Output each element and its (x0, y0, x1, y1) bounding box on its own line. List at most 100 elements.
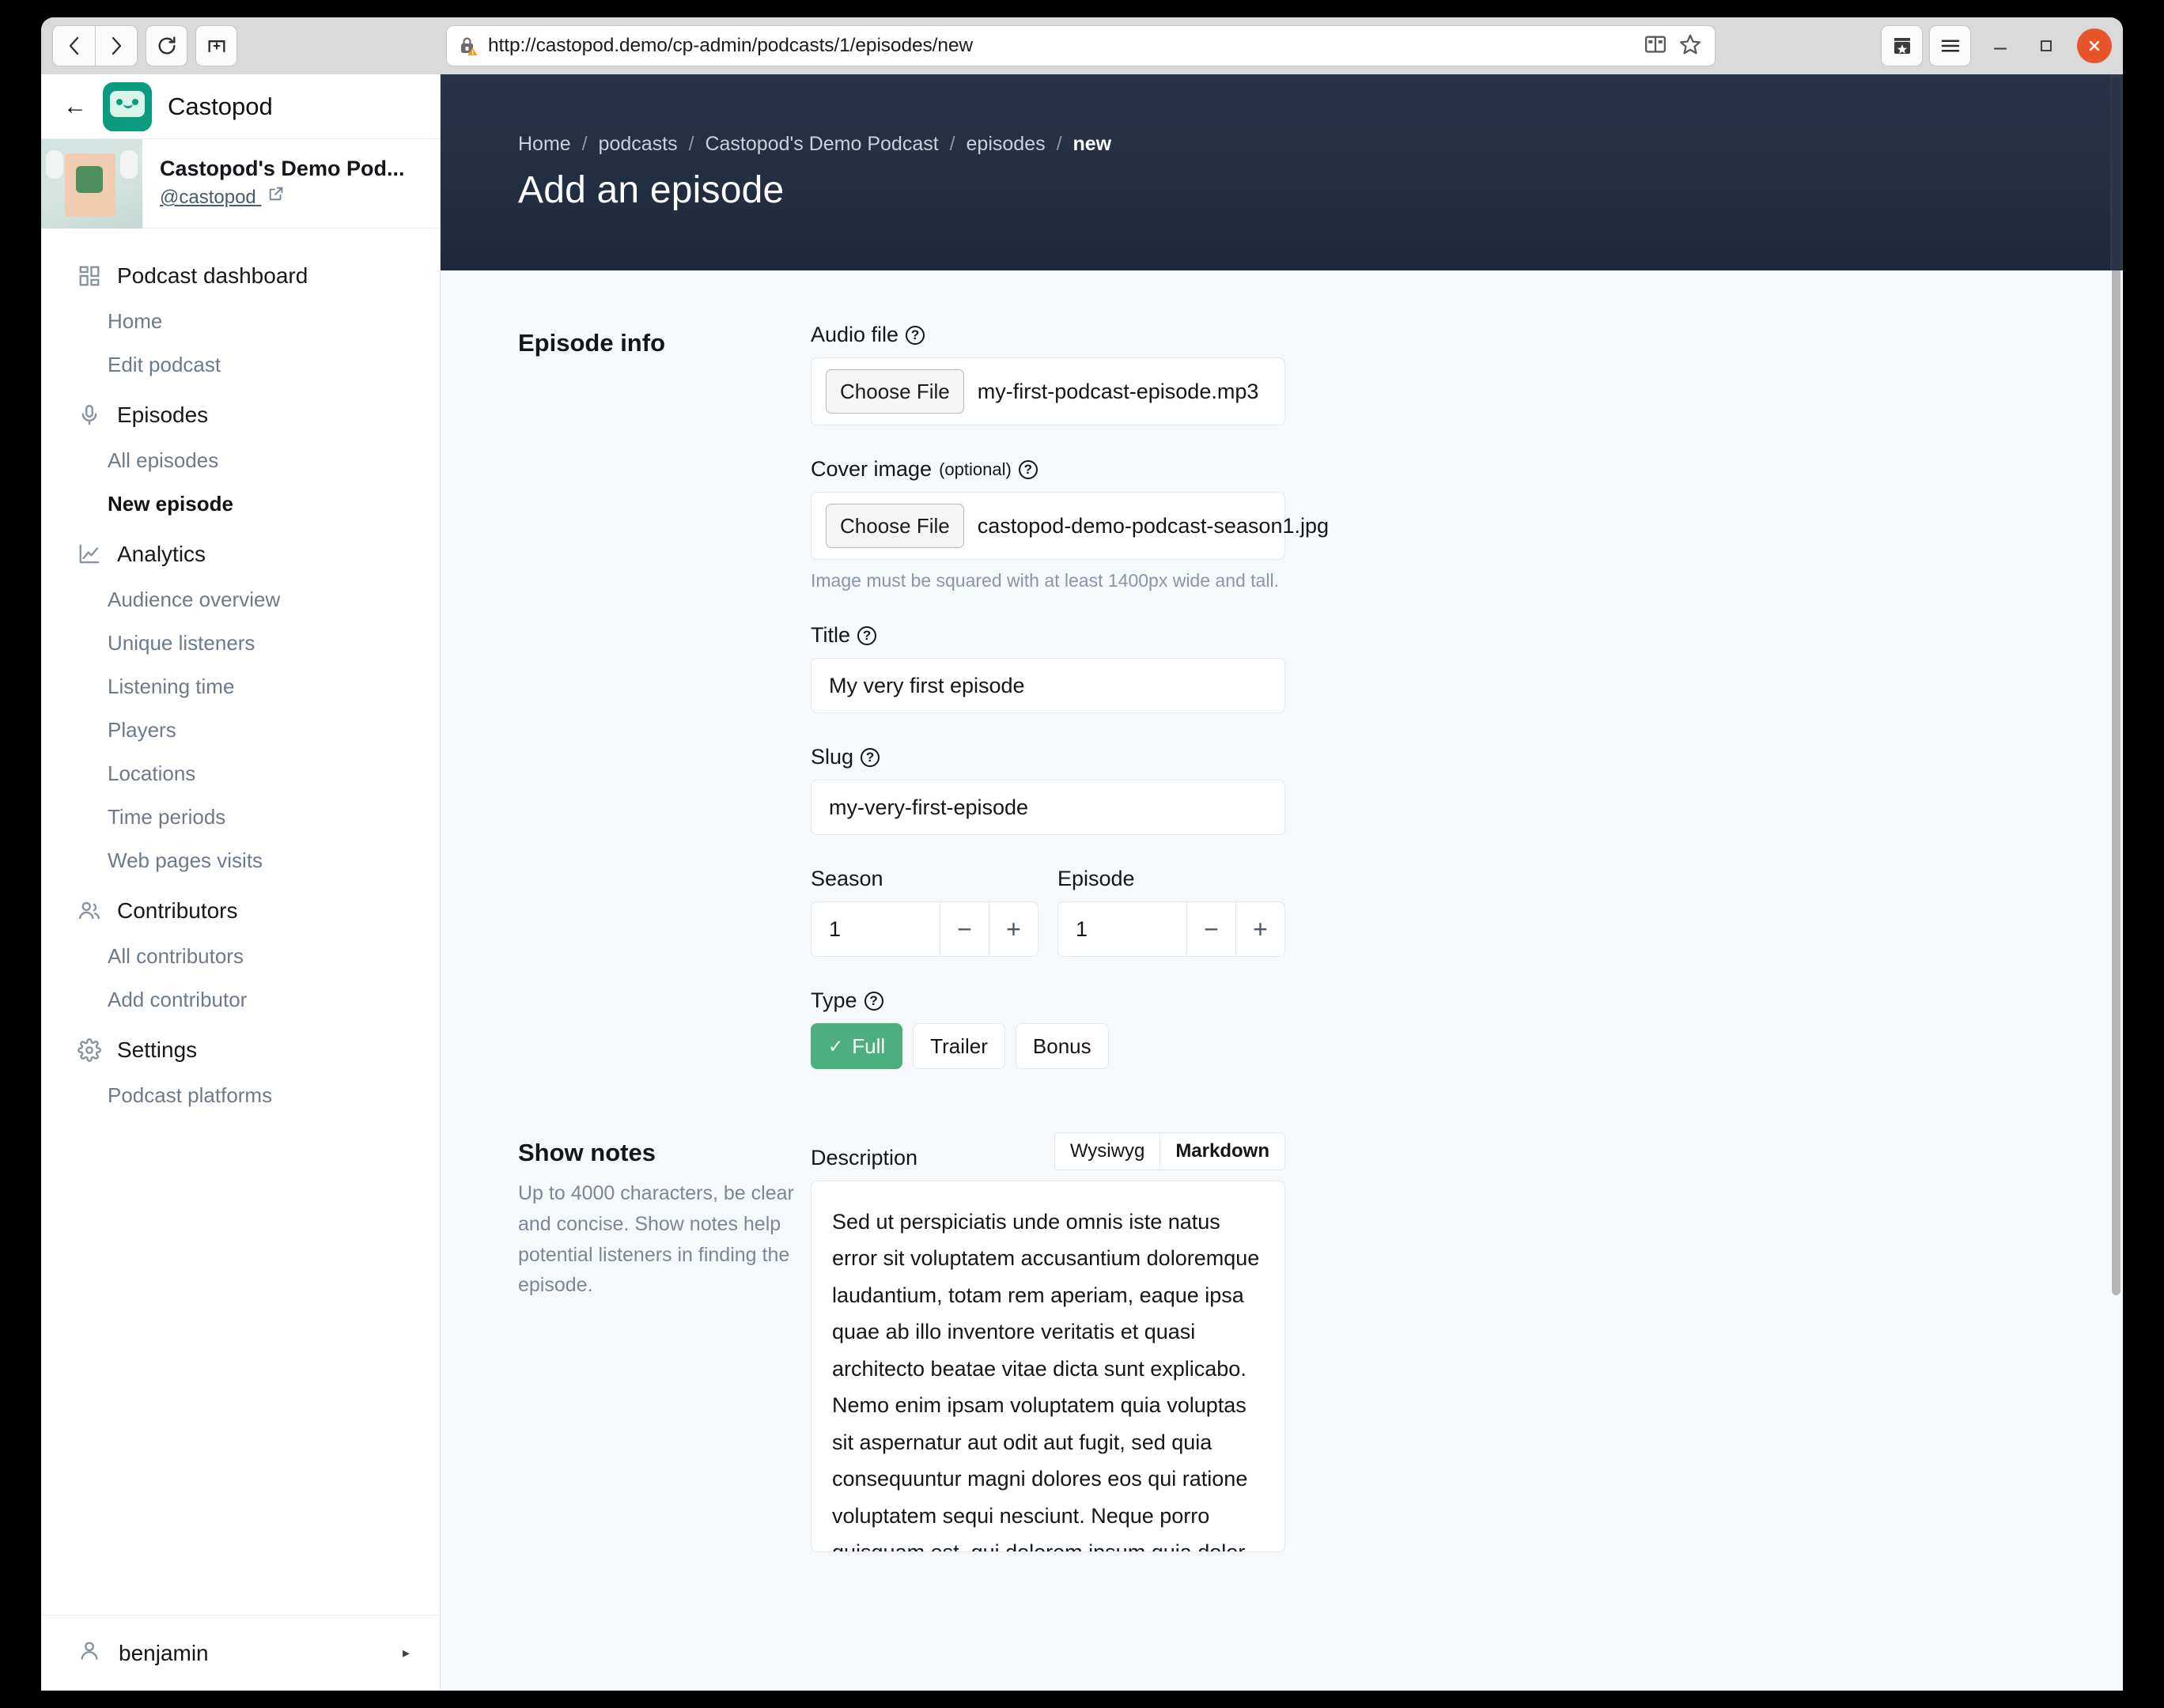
help-icon[interactable]: ? (864, 991, 883, 1011)
chevron-right-icon[interactable]: ▸ (403, 1645, 410, 1661)
breadcrumb-separator: / (581, 133, 588, 155)
new-tab-button[interactable] (195, 25, 237, 66)
dashboard-grid-icon (78, 264, 101, 288)
nav-section-settings: Settings Podcast platforms (41, 1026, 440, 1117)
sidebar-item-contributors[interactable]: Contributors (41, 887, 440, 935)
maximize-button[interactable] (2023, 25, 2069, 66)
sidebar-item-add-contributor[interactable]: Add contributor (41, 978, 440, 1022)
back-button[interactable] (53, 26, 95, 66)
tab-wysiwyg[interactable]: Wysiwyg (1054, 1132, 1161, 1170)
podcast-summary[interactable]: Castopod's Demo Pod... @castopod (41, 139, 440, 229)
insecure-lock-icon[interactable] (458, 36, 479, 56)
podcast-cover-thumbnail (41, 139, 142, 229)
editor-mode-tabs: Wysiwyg Markdown (1054, 1132, 1285, 1170)
type-option-label: Trailer (930, 1033, 988, 1058)
sidebar-item-all-contributors[interactable]: All contributors (41, 935, 440, 978)
season-decrement-button[interactable]: − (940, 902, 989, 956)
section-title-episode-info: Episode info (518, 329, 665, 357)
title-label: Title ? (811, 623, 1285, 648)
breadcrumb-item-podcast[interactable]: Castopod's Demo Podcast (705, 133, 938, 155)
sidebar-item-web-pages-visits[interactable]: Web pages visits (41, 839, 440, 882)
help-icon[interactable]: ? (1018, 459, 1038, 479)
minimize-button[interactable] (1977, 25, 2023, 66)
cover-image-input[interactable]: Choose File castopod-demo-podcast-season… (811, 492, 1329, 560)
description-label: Description (811, 1146, 918, 1170)
sidebar-item-episodes[interactable]: Episodes (41, 391, 440, 439)
season-value[interactable]: 1 (812, 902, 940, 956)
breadcrumb-separator: / (949, 133, 955, 155)
description-textarea[interactable]: Sed ut perspiciatis unde omnis iste natu… (811, 1181, 1285, 1552)
sidebar-item-locations[interactable]: Locations (41, 752, 440, 795)
forward-button[interactable] (95, 26, 137, 66)
episode-increment-button[interactable]: + (1235, 902, 1284, 956)
choose-file-button[interactable]: Choose File (826, 369, 964, 414)
sidebar-item-podcast-platforms[interactable]: Podcast platforms (41, 1074, 440, 1117)
sidebar: ← Castopod Castopod's Demo Pod... @casto… (41, 74, 441, 1691)
sidebar-item-podcast-dashboard[interactable]: Podcast dashboard (41, 252, 440, 300)
page-viewport: ← Castopod Castopod's Demo Pod... @casto… (41, 74, 2123, 1691)
type-label: Type ? (811, 988, 1285, 1013)
podcast-handle-link[interactable]: @castopod (160, 185, 285, 209)
browser-toolbar: http://castopod.demo/cp-admin/podcasts/1… (41, 17, 2123, 74)
breadcrumb-item-new: new (1073, 133, 1112, 155)
sidebar-item-home[interactable]: Home (41, 300, 440, 343)
episode-number-label: Episode (1057, 867, 1135, 890)
tab-markdown[interactable]: Markdown (1160, 1132, 1285, 1170)
episode-decrement-button[interactable]: − (1186, 902, 1235, 956)
nav-section-episodes: Episodes All episodes New episode (41, 391, 440, 526)
breadcrumb-item-home[interactable]: Home (518, 133, 571, 155)
close-button[interactable] (2077, 28, 2112, 63)
sidebar-item-listening-time[interactable]: Listening time (41, 665, 440, 709)
reader-view-icon[interactable] (1644, 32, 1667, 60)
section-title-show-notes: Show notes (518, 1139, 656, 1166)
show-notes-section: Show notes Up to 4000 characters, be cle… (518, 1132, 2123, 1552)
page-scrollbar[interactable] (2110, 74, 2123, 1691)
sidebar-user-menu[interactable]: benjamin ▸ (41, 1615, 440, 1691)
episode-number-stepper[interactable]: 1 − + (1057, 901, 1285, 957)
season-increment-button[interactable]: + (989, 902, 1038, 956)
audio-file-label: Audio file ? (811, 323, 1285, 347)
season-label: Season (811, 867, 883, 890)
sidebar-item-players[interactable]: Players (41, 709, 440, 752)
type-option-full[interactable]: ✓ Full (811, 1023, 903, 1069)
help-icon[interactable]: ? (861, 747, 880, 767)
type-option-label: Full (852, 1033, 886, 1058)
type-option-trailer[interactable]: Trailer (913, 1023, 1005, 1069)
episode-form: Episode info Audio file ? Choose File my… (441, 270, 2123, 1552)
show-notes-description-text: Up to 4000 characters, be clear and conc… (518, 1182, 794, 1297)
sidebar-item-edit-podcast[interactable]: Edit podcast (41, 343, 440, 387)
sidebar-back-icon[interactable]: ← (63, 94, 87, 119)
address-bar[interactable]: http://castopod.demo/cp-admin/podcasts/1… (446, 25, 1716, 66)
nav-section-analytics: Analytics Audience overview Unique liste… (41, 531, 440, 882)
sidebar-header: ← Castopod (41, 74, 440, 139)
help-icon[interactable]: ? (857, 625, 877, 645)
microphone-icon (78, 403, 101, 427)
hamburger-menu-icon[interactable] (1929, 25, 1971, 66)
slug-label: Slug ? (811, 745, 1285, 769)
breadcrumb-item-episodes[interactable]: episodes (967, 133, 1046, 155)
sidebar-item-unique-listeners[interactable]: Unique listeners (41, 622, 440, 665)
sidebar-item-all-episodes[interactable]: All episodes (41, 439, 440, 482)
season-stepper[interactable]: 1 − + (811, 901, 1038, 957)
reload-button[interactable] (146, 25, 187, 66)
sidebar-item-analytics[interactable]: Analytics (41, 531, 440, 578)
title-input[interactable]: My very first episode (811, 658, 1285, 713)
slug-input[interactable]: my-very-first-episode (811, 780, 1285, 835)
choose-file-button[interactable]: Choose File (826, 504, 964, 548)
library-icon[interactable] (1881, 25, 1923, 66)
breadcrumb-item-podcasts[interactable]: podcasts (599, 133, 678, 155)
sidebar-item-label: Settings (117, 1037, 198, 1062)
audio-file-label-text: Audio file (811, 323, 899, 346)
episode-number-value[interactable]: 1 (1058, 902, 1186, 956)
type-option-bonus[interactable]: Bonus (1015, 1023, 1109, 1069)
browser-window: http://castopod.demo/cp-admin/podcasts/1… (41, 17, 2123, 1691)
type-field: Type ? ✓ Full Trailer Bonus (811, 988, 1285, 1069)
sidebar-item-audience-overview[interactable]: Audience overview (41, 578, 440, 622)
sidebar-item-new-episode[interactable]: New episode (41, 482, 440, 526)
sidebar-item-time-periods[interactable]: Time periods (41, 795, 440, 839)
sidebar-item-settings[interactable]: Settings (41, 1026, 440, 1074)
audio-file-input[interactable]: Choose File my-first-podcast-episode.mp3 (811, 357, 1285, 425)
sidebar-item-label: Podcast dashboard (117, 263, 308, 288)
help-icon[interactable]: ? (906, 325, 925, 345)
bookmark-star-icon[interactable] (1678, 32, 1702, 60)
